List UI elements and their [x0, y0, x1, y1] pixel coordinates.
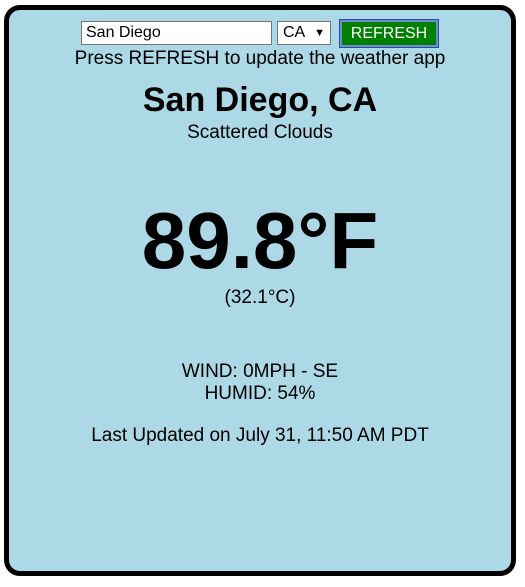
location-title: San Diego, CA	[142, 81, 378, 119]
refresh-button[interactable]: REFRESH	[339, 19, 439, 48]
weather-panel: CA ▼ REFRESH Press REFRESH to update the…	[4, 5, 516, 576]
last-updated: Last Updated on July 31, 11:50 AM PDT	[91, 425, 429, 446]
wind-readout: WIND: 0MPH - SE	[181, 361, 339, 382]
state-select-value: CA	[283, 24, 306, 41]
state-select[interactable]: CA ▼	[277, 21, 331, 45]
controls-bar: CA ▼ REFRESH	[9, 19, 511, 48]
weather-condition: Scattered Clouds	[187, 122, 333, 143]
city-input[interactable]	[81, 21, 272, 45]
temperature-celsius: (32.1°C)	[224, 287, 296, 308]
temperature-fahrenheit: 89.8°F	[141, 196, 379, 285]
refresh-hint: Press REFRESH to update the weather app	[74, 48, 446, 69]
humidity-readout: HUMID: 54%	[204, 383, 316, 404]
dropdown-arrow-icon: ▼	[314, 27, 325, 39]
